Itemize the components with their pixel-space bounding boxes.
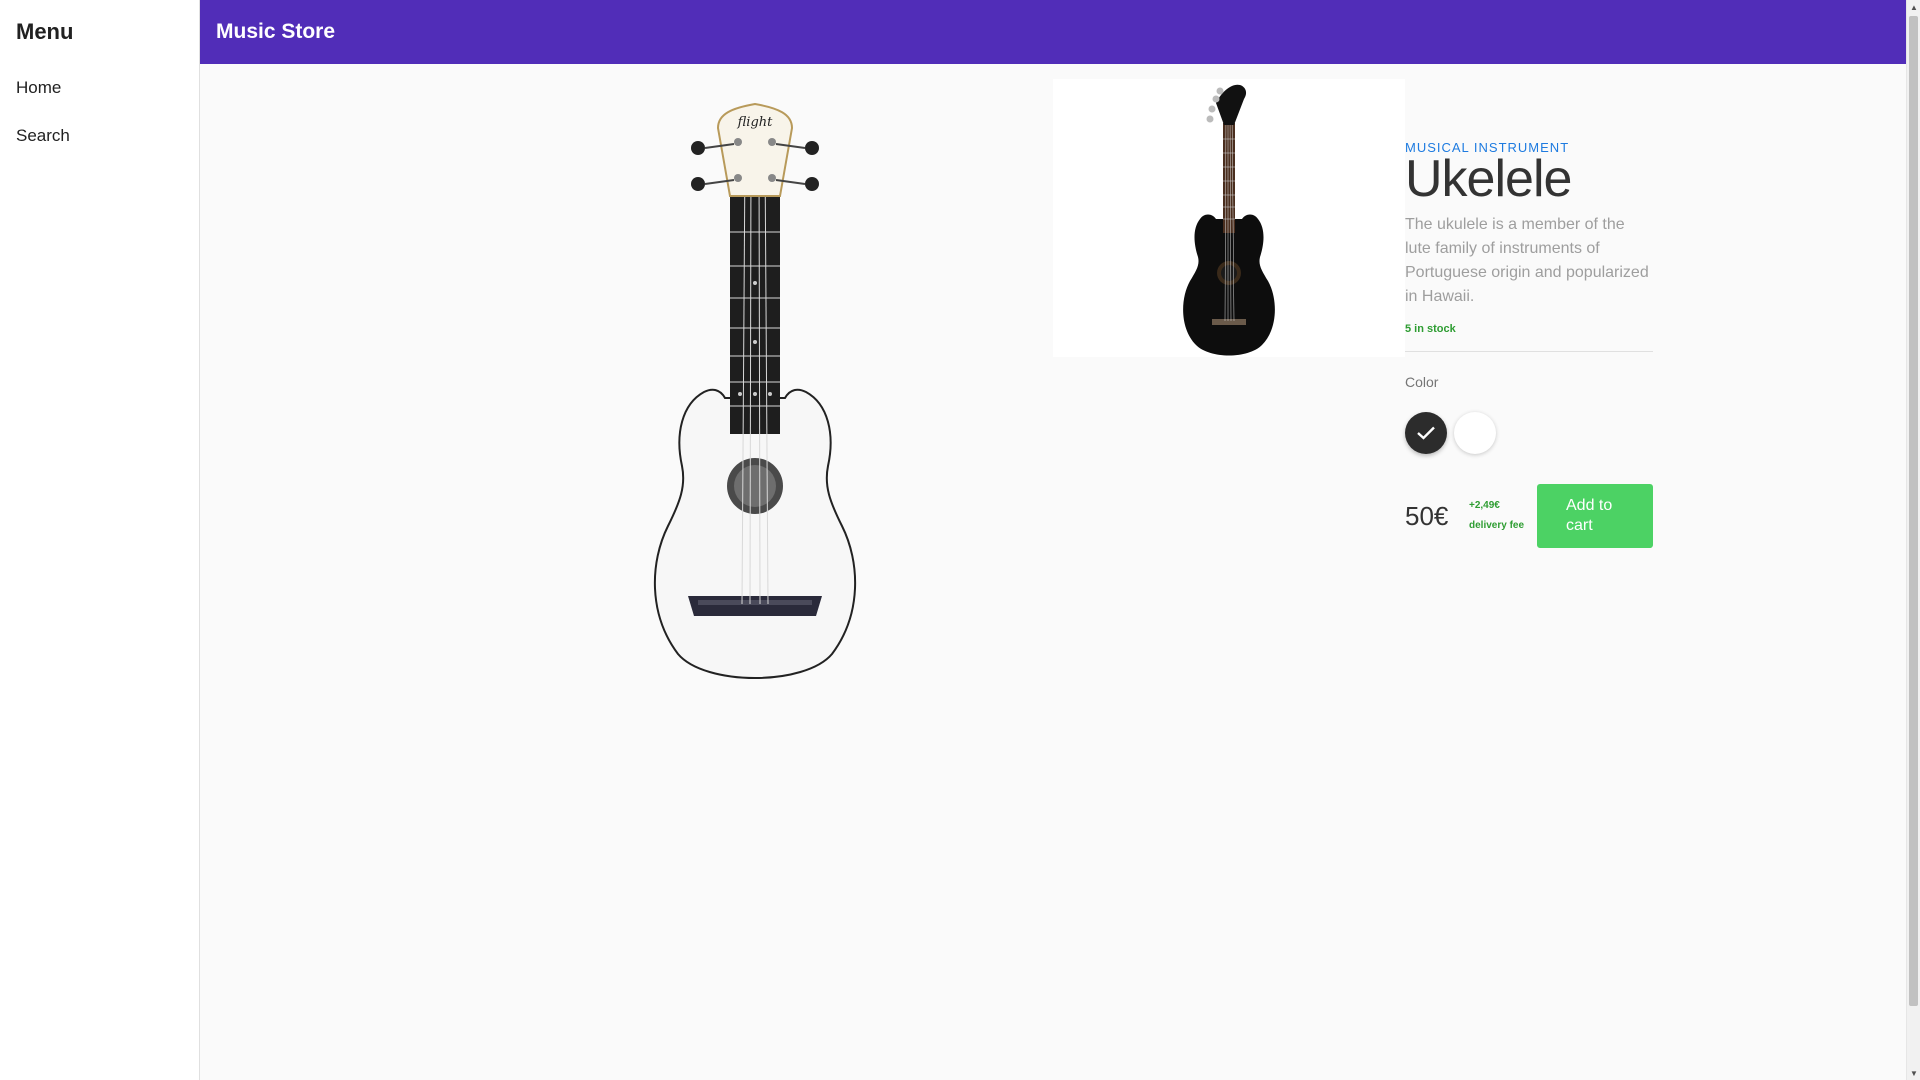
delivery-fee: +2,49€ delivery fee <box>1469 496 1537 536</box>
svg-text:flight: flight <box>737 115 774 130</box>
sidebar: Menu Home Search <box>0 0 200 1080</box>
app-header: Music Store <box>200 0 1906 64</box>
price-row: 50€ +2,49€ delivery fee Add to cart <box>1405 484 1653 548</box>
delivery-fee-amount: +2,49€ <box>1469 500 1500 511</box>
product-price: 50€ <box>1405 500 1449 531</box>
vertical-scrollbar[interactable]: ▲ ▼ <box>1906 0 1920 1080</box>
product-title: Ukelele <box>1405 150 1572 208</box>
color-swatch-white[interactable] <box>1454 412 1496 454</box>
color-swatch-black[interactable] <box>1405 412 1447 454</box>
sidebar-item-home[interactable]: Home <box>0 64 199 112</box>
app-title: Music Store <box>216 20 336 43</box>
stock-status: 5 in stock <box>1405 323 1456 335</box>
add-to-cart-button[interactable]: Add to cart <box>1537 484 1653 548</box>
product-description: The ukulele is a member of the lute fami… <box>1405 216 1649 305</box>
white-ukulele-image: flight <box>653 102 857 679</box>
black-ukulele-image <box>1183 84 1275 356</box>
sidebar-item-search[interactable]: Search <box>0 112 199 160</box>
product-details: MUSICAL INSTRUMENT Ukelele The ukulele i… <box>1405 140 1653 548</box>
delivery-fee-label: delivery fee <box>1469 520 1525 531</box>
check-icon <box>1417 426 1435 440</box>
sidebar-title: Menu <box>16 19 74 44</box>
color-swatches <box>1405 412 1653 454</box>
scroll-up-icon[interactable]: ▲ <box>1907 0 1920 14</box>
product-thumbnail[interactable] <box>1053 79 1405 357</box>
scroll-down-icon[interactable]: ▼ <box>1907 1066 1920 1080</box>
color-label: Color <box>1405 374 1439 390</box>
divider <box>1405 351 1653 352</box>
scrollbar-thumb[interactable] <box>1909 16 1918 1006</box>
